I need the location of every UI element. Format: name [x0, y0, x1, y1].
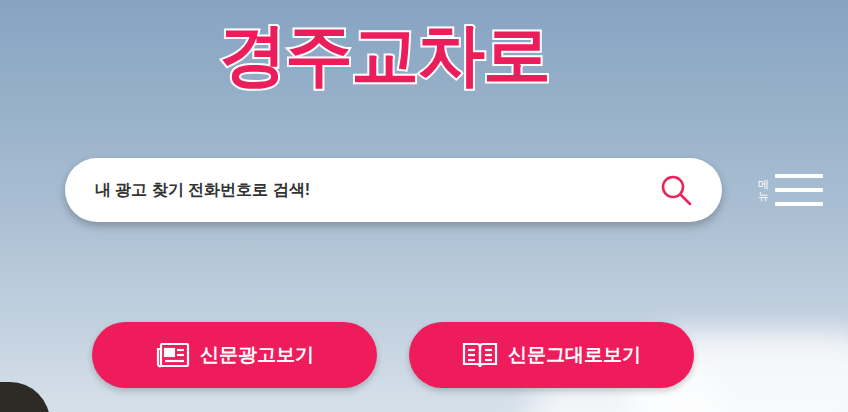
- page: 경주교차로메뉴신문광고보기 신문그대로보기: [0, 0, 848, 412]
- hamburger-icon: [775, 172, 823, 208]
- search-bar: [65, 158, 722, 222]
- search-input[interactable]: [95, 178, 656, 202]
- view-button[interactable]: 신문그대로보기: [409, 322, 694, 388]
- search-row: 메뉴: [65, 158, 848, 222]
- search-button[interactable]: [656, 170, 696, 210]
- search-icon: [659, 173, 693, 207]
- menu-label: 메뉴: [758, 178, 769, 202]
- button-row: 신문광고보기 신문그대로보기: [65, 322, 848, 388]
- newspaper-icon: [156, 342, 190, 368]
- book-icon: [462, 341, 498, 369]
- logo-row: 경주교차로: [65, 4, 722, 104]
- roof: [0, 382, 50, 412]
- menu-button[interactable]: 메뉴: [758, 172, 823, 208]
- button-label: 신문그대로보기: [508, 341, 641, 370]
- button-label: 신문광고보기: [200, 341, 314, 370]
- logo[interactable]: 경주교차로: [219, 17, 569, 92]
- view-button[interactable]: 신문광고보기: [92, 322, 377, 388]
- main: 경주교차로메뉴신문광고보기 신문그대로보기: [0, 0, 848, 388]
